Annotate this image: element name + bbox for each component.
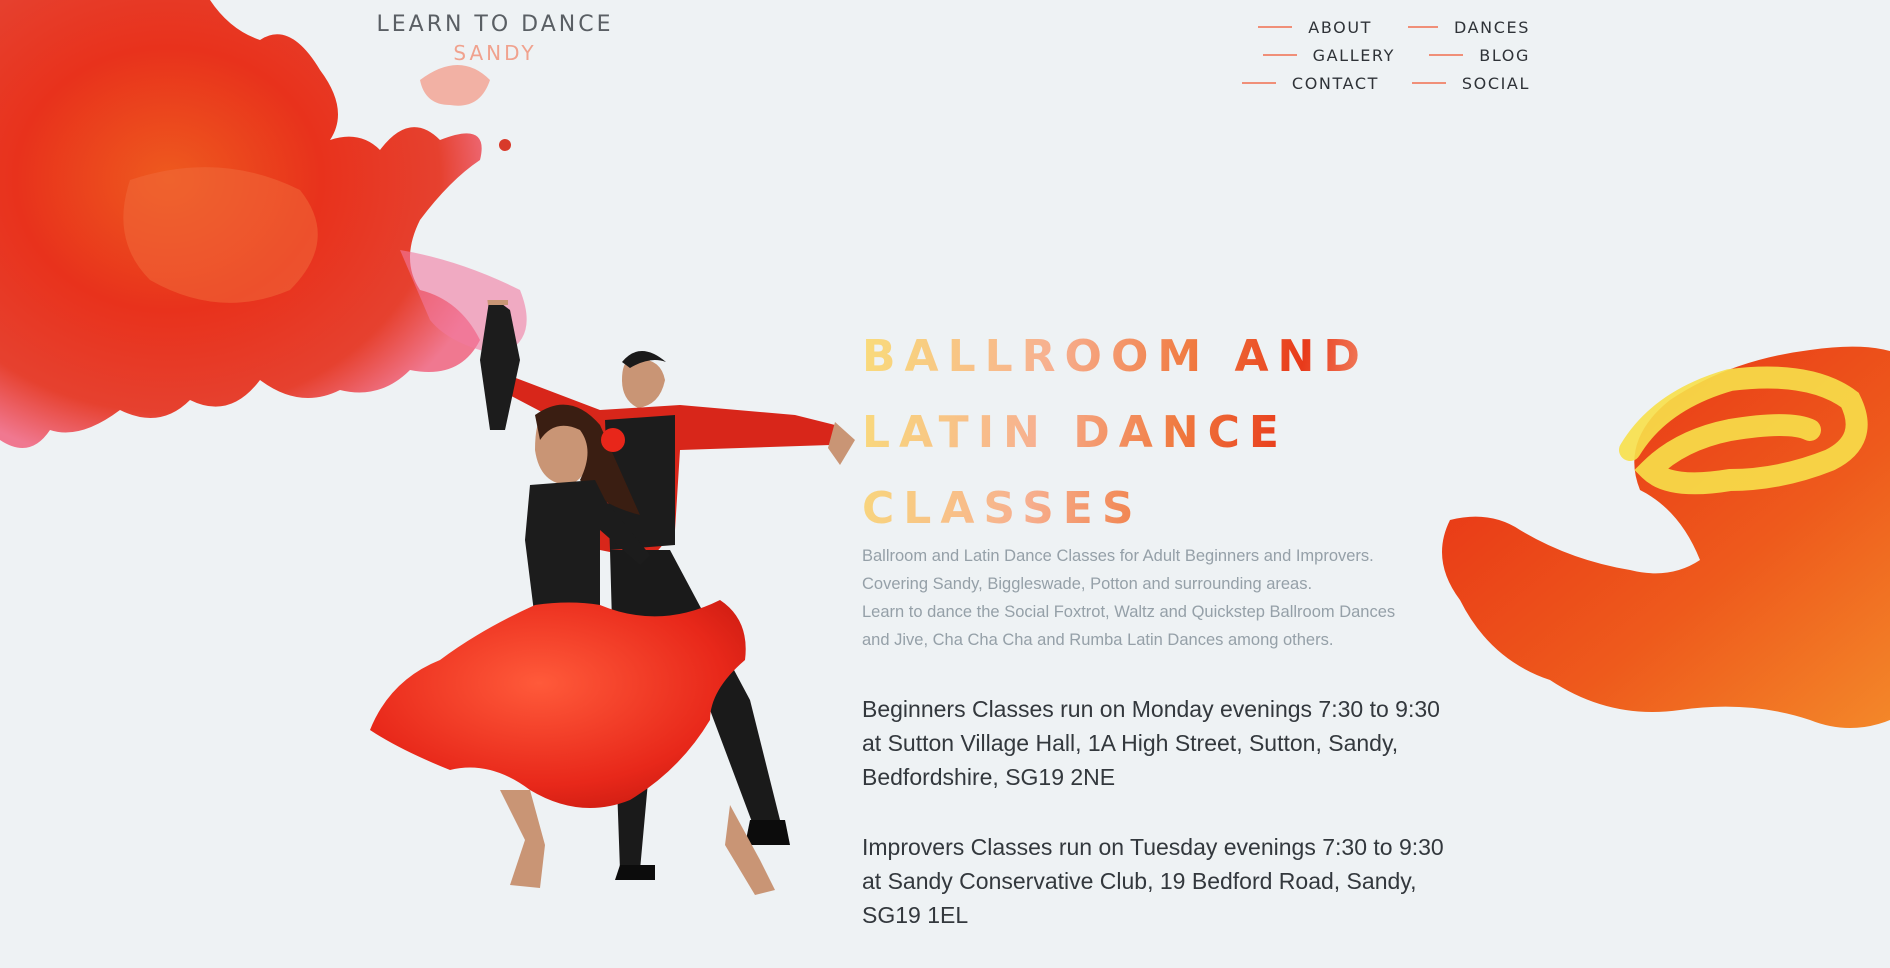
class-schedule: Beginners Classes run on Monday evenings…	[862, 692, 1462, 968]
headline-line-1: BALLROOM AND	[862, 331, 1369, 383]
nav-item-social[interactable]: SOCIAL	[1408, 69, 1530, 97]
intro-line: Ballroom and Latin Dance Classes for Adu…	[862, 547, 1374, 565]
headline-line-3: CLASSES	[862, 483, 1143, 535]
nav-item-contact[interactable]: CONTACT	[1220, 69, 1379, 97]
headline-line-2: LATIN DANCE	[862, 407, 1288, 459]
nav-label: BLOG	[1479, 45, 1530, 65]
nav-column-2: DANCES BLOG SOCIAL	[1408, 13, 1608, 97]
nav-dash-icon	[1408, 26, 1438, 28]
nav-label: DANCES	[1454, 17, 1530, 37]
nav-item-blog[interactable]: BLOG	[1408, 41, 1530, 69]
nav-dash-icon	[1411, 82, 1446, 84]
hero-headline: BALLROOM AND LATIN DANCE CLASSES	[862, 319, 1382, 547]
nav-dash-icon	[1258, 26, 1293, 28]
logo-title: LEARN TO DANCE	[376, 12, 614, 37]
nav-label: CONTACT	[1291, 73, 1379, 93]
nav-dash-icon	[1241, 82, 1276, 84]
site-logo[interactable]: LEARN TO DANCE SANDY	[350, 10, 640, 66]
nav-label: GALLERY	[1312, 45, 1395, 65]
nav-label: SOCIAL	[1461, 73, 1530, 93]
intro-text: Ballroom and Latin Dance Classes for Adu…	[862, 542, 1462, 654]
dancing-couple-image	[370, 300, 855, 895]
nav-item-gallery[interactable]: GALLERY	[1220, 41, 1395, 69]
nav-item-about[interactable]: ABOUT	[1220, 13, 1372, 41]
nav-dash-icon	[1429, 54, 1464, 56]
improvers-class-info: Improvers Classes run on Tuesday evening…	[862, 834, 1444, 928]
intro-line: Covering Sandy, Biggleswade, Potton and …	[862, 575, 1313, 593]
nav-dash-icon	[1262, 54, 1297, 56]
beginners-class-info: Beginners Classes run on Monday evenings…	[862, 696, 1440, 790]
nav-item-dances[interactable]: DANCES	[1408, 13, 1530, 41]
intro-line: and Jive, Cha Cha Cha and Rumba Latin Da…	[862, 631, 1334, 649]
intro-line: Learn to dance the Social Foxtrot, Waltz…	[862, 603, 1396, 621]
nav-label: ABOUT	[1308, 17, 1372, 37]
logo-subtitle: SANDY	[453, 41, 537, 65]
watercolor-splash-right	[1442, 346, 1890, 728]
